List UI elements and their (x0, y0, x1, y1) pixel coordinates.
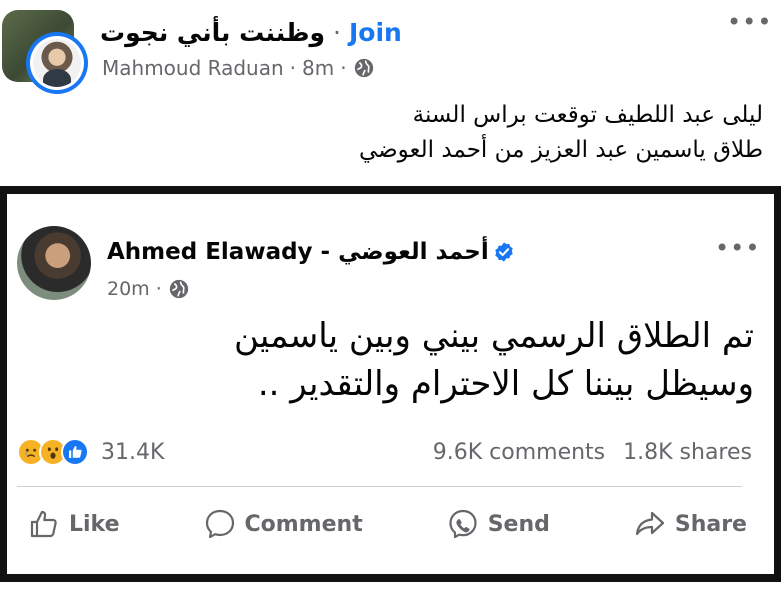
engagement-counts: 9.6K comments 1.8K shares (433, 440, 752, 465)
send-button-label: Send (487, 511, 550, 537)
meta-separator: · (289, 56, 297, 80)
post-timestamp[interactable]: 8m (302, 56, 334, 80)
shared-author-name: Ahmed Elawady - أحمد العوضي (107, 236, 515, 268)
reaction-icons (17, 438, 89, 466)
outer-post-title: وظننت بأني نجوت · Join (100, 14, 402, 50)
shared-post-meta: 20m · (107, 276, 190, 302)
meta-separator: · (340, 56, 347, 80)
outer-post-text-line: طلاق ياسمين عبد العزيز من أحمد العوضي (358, 137, 763, 163)
like-reaction-icon (61, 438, 89, 466)
like-button-label: Like (69, 511, 120, 537)
globe-icon[interactable] (353, 57, 375, 79)
shared-author-name-ar: أحمد العوضي (338, 239, 489, 265)
like-button: Like (17, 507, 130, 541)
meta-separator: · (155, 278, 162, 300)
shared-screenshot-image[interactable]: Ahmed Elawady - أحمد العوضي 20m · ••• تم… (0, 186, 781, 582)
outer-post-header: وظننت بأني نجوت · Join Mahmoud Raduan · … (0, 0, 781, 96)
verified-badge-icon (494, 242, 513, 262)
author-avatar[interactable] (26, 32, 88, 94)
actions-divider (17, 486, 742, 487)
share-button: Share (623, 507, 757, 541)
comment-button: Comment (193, 507, 373, 541)
share-arrow-icon (635, 511, 664, 536)
title-separator: · (333, 17, 341, 47)
send-button: Send (436, 507, 560, 541)
reaction-count: 31.4K (101, 439, 165, 465)
shared-post-card: Ahmed Elawady - أحمد العوضي 20m · ••• تم… (7, 194, 774, 574)
shared-more-options-icon: ••• (715, 234, 761, 262)
outer-post-text-line: ليلى عبد اللطيف توقعت براس السنة (412, 102, 763, 128)
author-avatar-frame (30, 36, 84, 90)
comment-bubble-icon (205, 509, 234, 539)
reactions-summary: 31.4K 9.6K comments 1.8K shares (17, 434, 752, 470)
shared-post-text: تم الطلاق الرسمي بيني وبين ياسمين وسيظل … (34, 312, 754, 408)
globe-icon (169, 279, 188, 299)
author-avatar-photo (33, 39, 81, 87)
comments-count: 9.6K comments (432, 439, 606, 465)
share-button-label: Share (674, 511, 747, 537)
join-group-button[interactable]: Join (349, 18, 402, 47)
outer-post-meta: Mahmoud Raduan · 8m · (102, 54, 375, 82)
outer-post-text: ليلى عبد اللطيف توقعت براس السنة طلاق يا… (23, 98, 763, 168)
shared-post-text-line: وسيظل بيننا كل الاحترام والتقدير .. (257, 364, 754, 404)
shared-post-text-line: تم الطلاق الرسمي بيني وبين ياسمين (234, 316, 754, 356)
more-options-icon[interactable]: ••• (727, 10, 772, 34)
comment-button-label: Comment (244, 511, 363, 537)
shares-count: 1.8K shares (623, 439, 752, 465)
author-name-link[interactable]: Mahmoud Raduan (102, 56, 284, 80)
group-name-link[interactable]: وظننت بأني نجوت (100, 18, 325, 47)
shared-post-timestamp: 20m (107, 278, 150, 300)
shared-author-avatar (17, 226, 91, 300)
messenger-send-icon (449, 509, 477, 539)
shared-author-name-en: Ahmed Elawady - (107, 239, 331, 265)
post-actions-bar: Like Comment Send Share (17, 502, 757, 546)
thumbs-up-icon (30, 510, 57, 538)
